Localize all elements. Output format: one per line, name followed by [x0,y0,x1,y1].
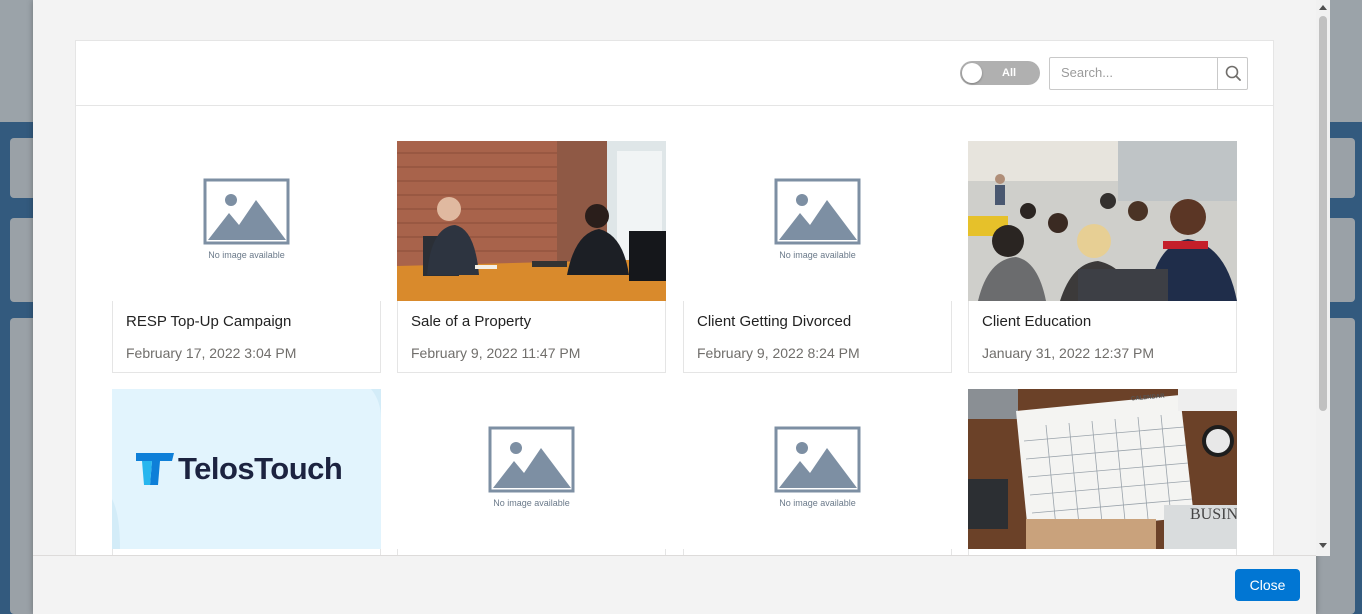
card-date: January 31, 2022 12:37 PM [982,345,1155,361]
office-meeting-photo [397,141,666,301]
no-image-text: No image available [208,250,285,260]
card-title: Sale of a Property [411,313,532,330]
scroll-thumb[interactable] [1319,16,1327,411]
content-card[interactable]: No image available [683,389,952,557]
card-title: Client Getting Divorced [697,313,852,330]
card-image-classroom [968,141,1237,301]
card-image-office-meeting [397,141,666,301]
search-button[interactable] [1217,58,1248,89]
calendar-photo [968,389,1237,549]
card-title: Client Education [982,313,1092,330]
scroll-up-arrow-icon[interactable] [1319,5,1327,10]
image-library-modal: All No image available [33,0,1316,614]
image-placeholder-icon [488,426,575,493]
card-body: Sale of a Property February 9, 2022 11:4… [397,301,666,373]
modal-scrollbar[interactable] [1316,0,1330,556]
scroll-down-arrow-icon[interactable] [1319,543,1327,548]
card-image-logo: TelosTouch [112,389,381,549]
content-card[interactable]: No image available [397,389,666,557]
card-image-calendar: CALENDAR BUSINE [968,389,1237,549]
content-card[interactable]: Client Education January 31, 2022 12:37 … [968,141,1237,373]
image-placeholder-icon [203,178,290,245]
close-button[interactable]: Close [1235,569,1300,601]
filter-toggle[interactable]: All [960,61,1040,85]
no-image-text: No image available [779,250,856,260]
search-input[interactable] [1050,58,1217,87]
card-image-placeholder: No image available [683,141,952,301]
card-date: February 17, 2022 3:04 PM [126,345,297,361]
card-body: Client Education January 31, 2022 12:37 … [968,301,1237,373]
no-image-text: No image available [779,498,856,508]
card-title: RESP Top-Up Campaign [126,313,292,330]
card-date: February 9, 2022 11:47 PM [411,345,581,361]
content-card[interactable]: Sale of a Property February 9, 2022 11:4… [397,141,666,373]
card-image-placeholder: No image available [683,389,952,549]
newspaper-headline: BUSINE [1190,506,1237,523]
image-placeholder-icon [774,426,861,493]
library-panel: All No image available [75,40,1274,558]
toggle-knob [962,63,982,83]
content-card[interactable]: No image available Client Getting Divorc… [683,141,952,373]
library-toolbar: All [76,41,1273,106]
content-card[interactable]: No image available RESP Top-Up Campaign … [112,141,381,373]
card-image-placeholder: No image available [397,389,666,549]
image-placeholder-icon [774,178,861,245]
card-date: February 9, 2022 8:24 PM [697,345,860,361]
no-image-text: No image available [493,498,570,508]
modal-footer: Close [33,555,1316,614]
card-image-placeholder: No image available [112,141,381,301]
classroom-photo [968,141,1237,301]
toggle-label: All [1002,67,1017,79]
logo-text: TelosTouch [178,451,343,486]
card-body: Client Getting Divorced February 9, 2022… [683,301,952,373]
content-card[interactable]: CALENDAR BUSINE [968,389,1237,557]
search-icon [1225,65,1241,81]
card-body: RESP Top-Up Campaign February 17, 2022 3… [112,301,381,373]
content-card[interactable]: TelosTouch [112,389,381,557]
search-box [1049,57,1248,90]
